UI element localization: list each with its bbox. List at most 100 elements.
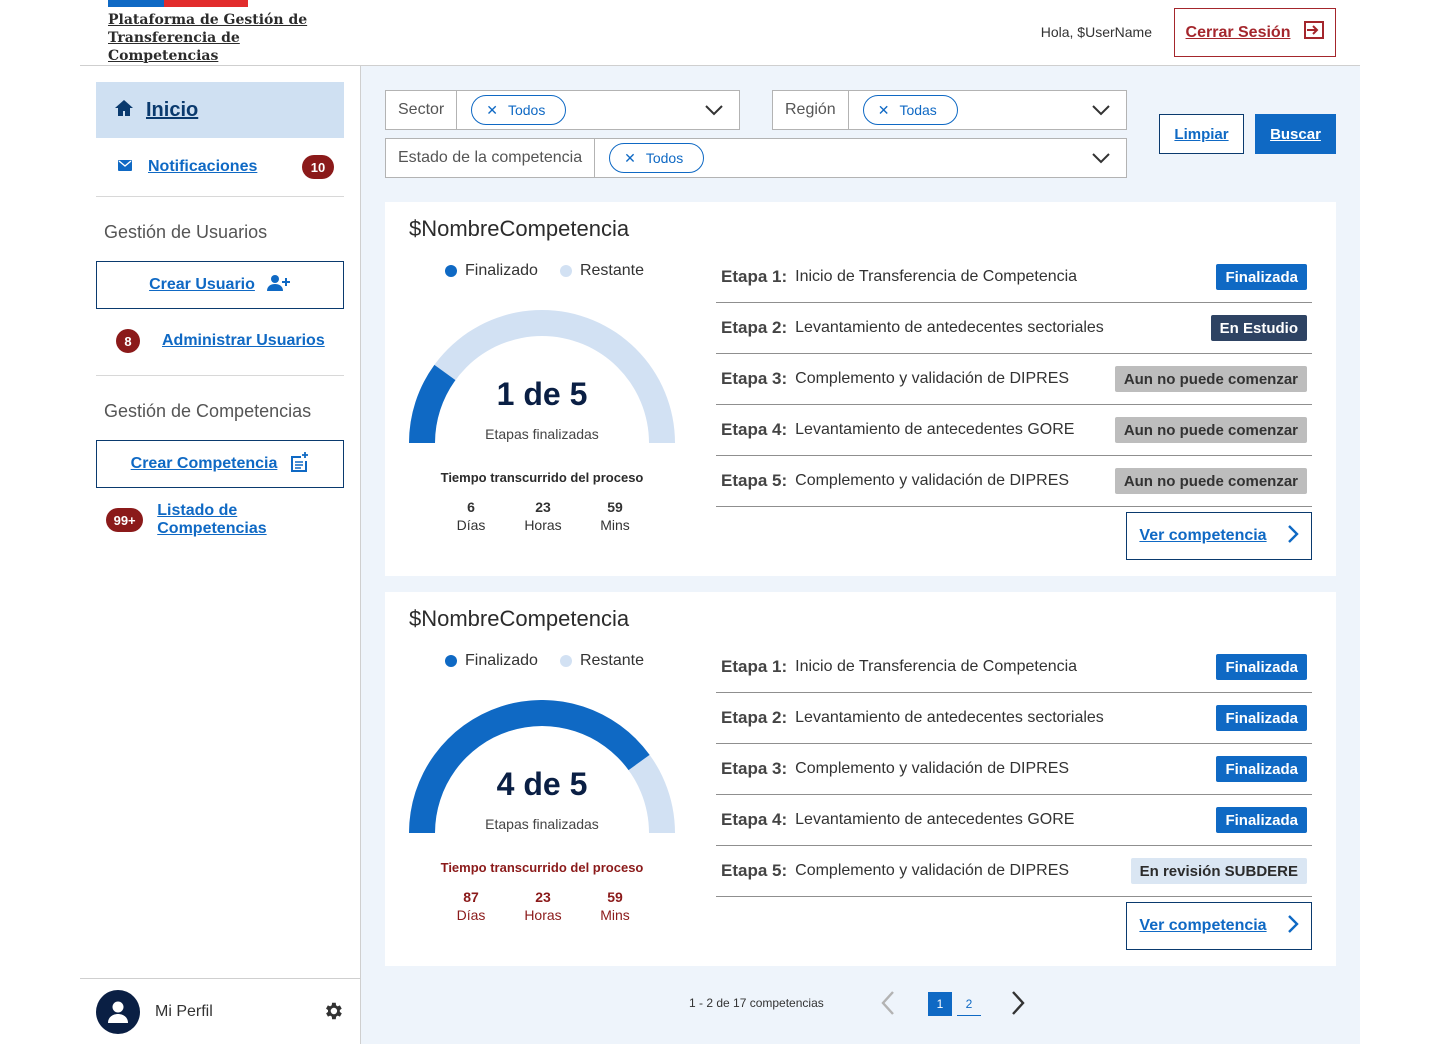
chevron-down-icon[interactable] bbox=[705, 103, 723, 121]
section-title-competencias: Gestión de Competencias bbox=[104, 401, 312, 421]
status-badge: Finalizada bbox=[1216, 756, 1307, 782]
competency-title: $NombreCompetencia bbox=[409, 216, 630, 241]
close-icon[interactable]: ✕ bbox=[878, 102, 890, 119]
region-chip[interactable]: ✕ Todas bbox=[862, 95, 958, 125]
elapsed-days: 6 Días bbox=[456, 499, 486, 533]
legend-label-done: Finalizado bbox=[465, 652, 538, 669]
elapsed-time: 6 Días 23 Horas 59 Mins bbox=[435, 498, 651, 534]
mail-icon bbox=[118, 158, 132, 176]
region-filter-label: Región bbox=[773, 91, 849, 129]
view-competency-button[interactable]: Ver competencia bbox=[1126, 902, 1312, 950]
create-competency-button[interactable]: Crear Competencia bbox=[96, 440, 344, 488]
progress-caption: Etapas finalizadas bbox=[485, 816, 599, 832]
page-1-button[interactable]: 1 bbox=[928, 992, 952, 1016]
chevron-left-icon[interactable] bbox=[881, 990, 895, 1021]
close-icon[interactable]: ✕ bbox=[624, 150, 636, 167]
elapsed-time-title: Tiempo transcurrido del proceso bbox=[440, 860, 644, 875]
main-content: Sector ✕ Todos Región ✕ Todas Estado de … bbox=[361, 66, 1360, 1044]
sector-filter-label: Sector bbox=[386, 91, 458, 129]
status-badge: Finalizada bbox=[1216, 264, 1307, 290]
view-competency-button[interactable]: Ver competencia bbox=[1126, 512, 1312, 560]
sidebar-item-inicio[interactable]: Inicio bbox=[96, 82, 344, 138]
pagination-summary: 1 - 2 de 17 competencias bbox=[689, 996, 824, 1010]
legend-swatch-remaining bbox=[559, 655, 572, 667]
legend-swatch-remaining bbox=[559, 265, 572, 277]
notifications-count-badge: 10 bbox=[302, 155, 334, 179]
stage-row: Etapa 5: Complemento y validación de DIPR… bbox=[716, 846, 1312, 897]
sidebar-item-listado-competencias[interactable]: 99+ Listado de Competencias bbox=[96, 501, 344, 539]
sidebar-item-label: Notificaciones bbox=[148, 158, 258, 175]
sidebar-item-label: Administrar Usuarios bbox=[162, 332, 325, 349]
legend-label-remaining: Restante bbox=[579, 652, 644, 669]
sidebar-divider bbox=[96, 375, 344, 376]
status-badge: Aun no puede comenzar bbox=[1114, 417, 1307, 443]
brand-title[interactable]: Plataforma de Gestión de Transferencia d… bbox=[108, 11, 328, 65]
stage-row: Etapa 4: Levantamiento de antecedentes GO… bbox=[716, 795, 1312, 846]
pagination: 1 - 2 de 17 competencias 1 2 bbox=[361, 988, 1360, 1018]
profile-label[interactable]: Mi Perfil bbox=[155, 1003, 213, 1021]
sector-chip-value: Todos bbox=[507, 102, 546, 118]
legend-label-done: Finalizado bbox=[465, 262, 538, 279]
elapsed-mins: 59 Mins bbox=[600, 499, 630, 533]
clear-button[interactable]: Limpiar bbox=[1159, 114, 1244, 154]
create-user-button[interactable]: Crear Usuario bbox=[96, 261, 344, 309]
search-button[interactable]: Buscar bbox=[1255, 114, 1336, 154]
legend-label-remaining: Restante bbox=[579, 262, 644, 279]
elapsed-hours: 23 Horas bbox=[524, 889, 562, 923]
status-badge: Finalizada bbox=[1216, 705, 1307, 731]
add-user-icon bbox=[266, 274, 291, 297]
sidebar-item-label: Listado de Competencias bbox=[157, 502, 267, 537]
status-badge: Finalizada bbox=[1216, 654, 1307, 680]
create-competency-label: Crear Competencia bbox=[130, 455, 278, 472]
chevron-down-icon[interactable] bbox=[1092, 103, 1110, 121]
sector-filter[interactable]: Sector ✕ Todos bbox=[385, 90, 740, 130]
gauge-legend: Finalizado Restante bbox=[445, 262, 644, 280]
elapsed-time-title: Tiempo transcurrido del proceso bbox=[440, 470, 644, 485]
header: Plataforma de Gestión de Transferencia d… bbox=[80, 0, 1360, 66]
stage-row: Etapa 2: Levantamiento de antedecentes se… bbox=[716, 303, 1312, 354]
chevron-right-icon bbox=[1287, 914, 1299, 939]
chevron-down-icon[interactable] bbox=[1092, 151, 1110, 169]
logout-button[interactable]: Cerrar Sesión bbox=[1174, 8, 1336, 57]
chevron-right-icon[interactable] bbox=[1011, 990, 1025, 1021]
sidebar-item-notificaciones[interactable]: Notificaciones 10 bbox=[96, 148, 344, 186]
stage-row: Etapa 1: Inicio de Transferencia de Compe… bbox=[716, 252, 1312, 303]
sidebar-divider bbox=[96, 196, 344, 197]
close-icon[interactable]: ✕ bbox=[486, 102, 498, 119]
competency-title: $NombreCompetencia bbox=[409, 606, 630, 631]
view-competency-label: Ver competencia bbox=[1139, 917, 1267, 934]
gear-icon[interactable] bbox=[322, 1000, 344, 1027]
sidebar: Inicio Notificaciones 10 Gestión de Usua… bbox=[80, 66, 361, 1044]
avatar[interactable] bbox=[96, 989, 140, 1034]
progress-value: 1 de 5 bbox=[496, 376, 588, 412]
estado-chip-value: Todos bbox=[645, 150, 684, 166]
status-badge: En revisión SUBDERE bbox=[1130, 858, 1307, 884]
gauge-legend: Finalizado Restante bbox=[445, 652, 644, 670]
stage-row: Etapa 4: Levantamiento de antecedentes GO… bbox=[716, 405, 1312, 456]
estado-filter[interactable]: Estado de la competencia ✕ Todos bbox=[385, 138, 1127, 178]
sector-chip[interactable]: ✕ Todos bbox=[471, 95, 567, 125]
stage-row: Etapa 2: Levantamiento de antedecentes se… bbox=[716, 693, 1312, 744]
note-add-icon bbox=[289, 451, 309, 477]
elapsed-days: 87 Días bbox=[456, 889, 486, 923]
create-user-label: Crear Usuario bbox=[149, 276, 255, 293]
sidebar-item-label: Inicio bbox=[146, 98, 199, 121]
page-2-button[interactable]: 2 bbox=[957, 992, 981, 1016]
status-badge: Aun no puede comenzar bbox=[1114, 366, 1307, 392]
stage-row: Etapa 3: Complemento y validación de DIPR… bbox=[716, 354, 1312, 405]
stage-list: Etapa 1: Inicio de Transferencia de Compe… bbox=[716, 642, 1312, 897]
competencies-count-badge: 99+ bbox=[106, 508, 144, 532]
status-badge: Aun no puede comenzar bbox=[1114, 468, 1307, 494]
competency-card: $NombreCompetencia Finalizado Restante 4… bbox=[385, 592, 1336, 966]
status-badge: Finalizada bbox=[1216, 807, 1307, 833]
logout-label: Cerrar Sesión bbox=[1185, 23, 1291, 41]
elapsed-mins: 59 Mins bbox=[600, 889, 630, 923]
estado-filter-label: Estado de la competencia bbox=[386, 139, 596, 177]
profile-bar: Mi Perfil bbox=[80, 978, 360, 1044]
section-title-usuarios: Gestión de Usuarios bbox=[104, 222, 268, 242]
region-filter[interactable]: Región ✕ Todas bbox=[772, 90, 1127, 130]
estado-chip[interactable]: ✕ Todos bbox=[609, 143, 705, 173]
sidebar-item-administrar-usuarios[interactable]: 8 Administrar Usuarios bbox=[96, 322, 344, 360]
elapsed-hours: 23 Horas bbox=[524, 499, 562, 533]
user-greeting: Hola, $UserName bbox=[1040, 24, 1152, 40]
